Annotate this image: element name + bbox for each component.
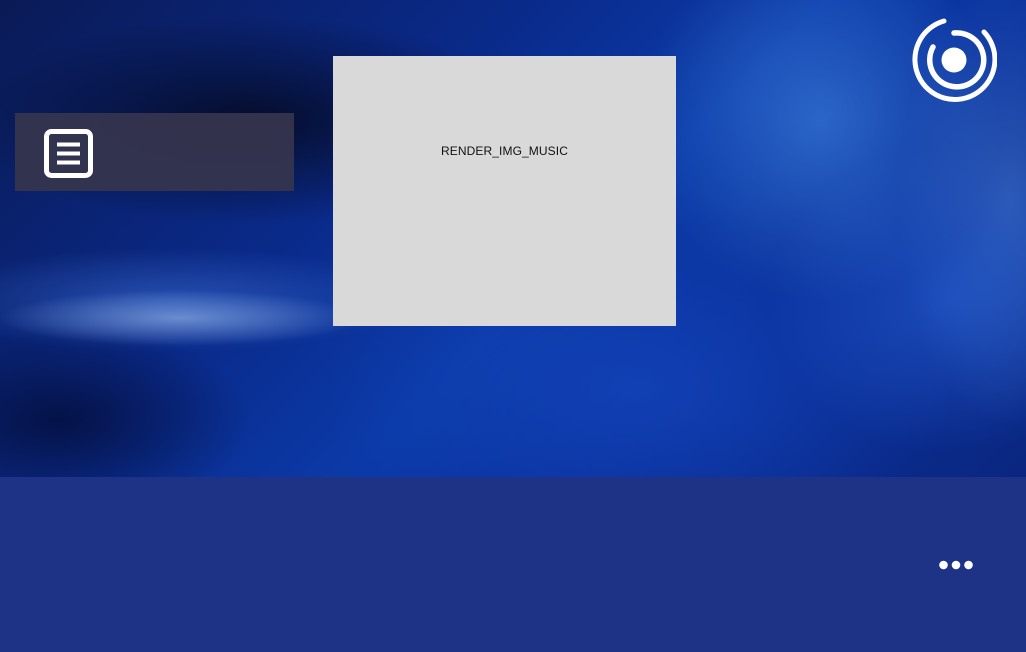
bottom-control-bar — [0, 477, 1026, 652]
music-app-screen: RENDER_IMG_MUSIC — [0, 0, 1026, 652]
more-options-icon[interactable] — [935, 555, 977, 575]
list-menu-icon[interactable] — [44, 129, 93, 178]
app-logo-icon[interactable] — [911, 17, 998, 103]
album-art-placeholder: RENDER_IMG_MUSIC — [333, 56, 676, 326]
album-art-placeholder-label: RENDER_IMG_MUSIC — [441, 144, 568, 158]
side-panel — [15, 113, 294, 191]
